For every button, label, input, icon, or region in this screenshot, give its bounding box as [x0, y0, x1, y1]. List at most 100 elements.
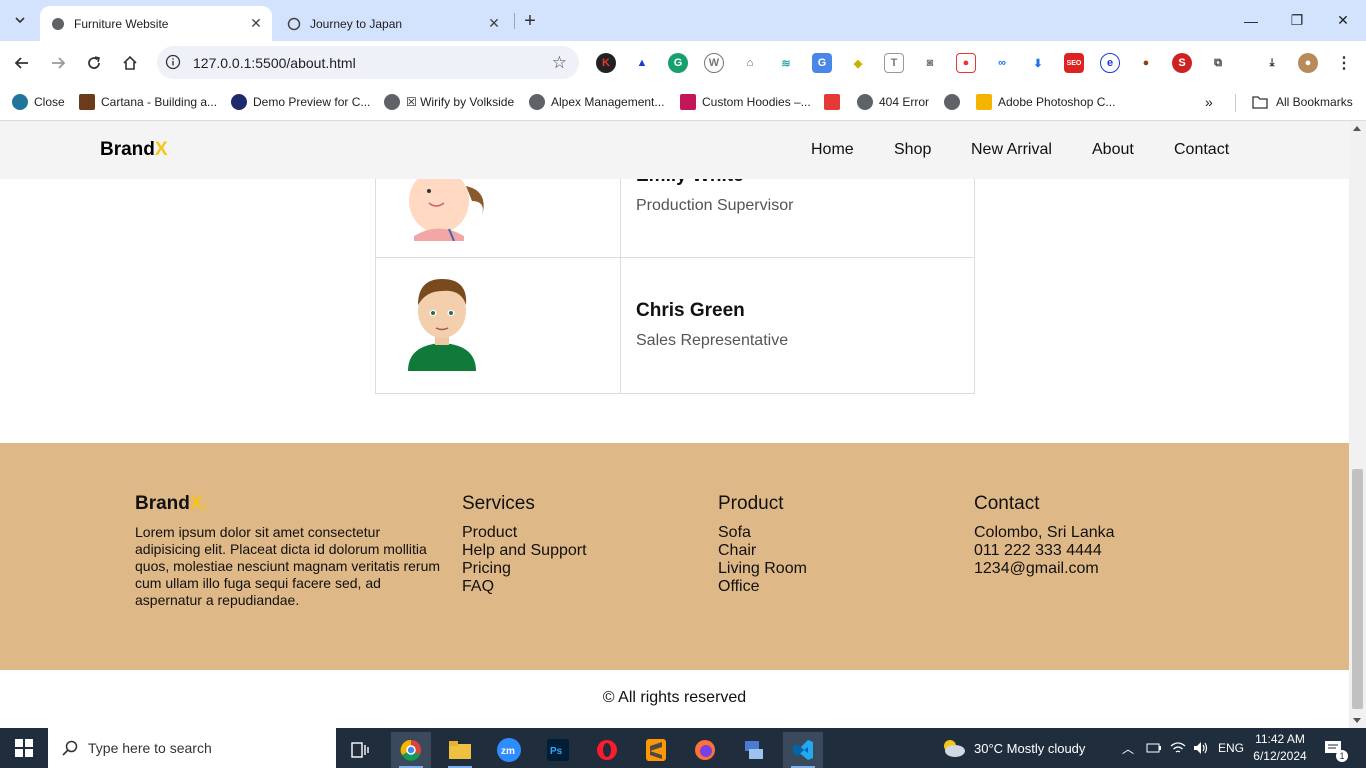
bookmark-alpex[interactable]: Alpex Management... [529, 93, 664, 111]
address-bar[interactable]: 127.0.0.1:5500/about.html ☆ [157, 46, 579, 79]
bookmark-label: ☒ Wirify by Volkside [406, 95, 515, 109]
download-extension-icon[interactable]: ⬇ [1028, 53, 1048, 73]
translate-icon[interactable]: G [812, 53, 832, 73]
footer-link[interactable]: Chair [718, 542, 807, 560]
system-clock[interactable]: 11:42 AM 6/12/2024 [1245, 731, 1315, 765]
tab-search-dropdown[interactable] [8, 7, 32, 33]
footer-link[interactable]: Help and Support [462, 542, 587, 560]
taskbar-search[interactable]: Type here to search [48, 728, 336, 768]
footer-link[interactable]: Pricing [462, 560, 587, 578]
task-view-icon[interactable] [340, 732, 380, 768]
scrollbar-thumb[interactable] [1352, 469, 1363, 709]
menu-kebab-icon[interactable]: ⋮ [1334, 53, 1354, 73]
browser-toolbar: 127.0.0.1:5500/about.html ☆ K ▲ G W ⌂ ≋ … [0, 41, 1366, 85]
site-logo[interactable]: BrandX [100, 139, 168, 161]
extension-k-icon[interactable]: K [596, 53, 616, 73]
opera-icon[interactable] [587, 732, 627, 768]
bookmark-globe[interactable] [944, 93, 966, 111]
search-icon [62, 740, 78, 756]
screen-record-icon[interactable]: ● [956, 53, 976, 73]
home-button[interactable] [117, 50, 143, 76]
footer-link[interactable]: Office [718, 578, 807, 596]
bookmark-404[interactable]: 404 Error [857, 93, 929, 111]
volume-icon[interactable] [1193, 728, 1209, 768]
language-indicator[interactable]: ENG [1218, 728, 1244, 768]
battery-network-icon[interactable] [1146, 728, 1162, 768]
scroll-down-arrow-icon[interactable] [1353, 718, 1361, 723]
footer-link[interactable]: FAQ [462, 578, 587, 596]
sublime-text-icon[interactable] [636, 732, 676, 768]
profile-avatar[interactable]: ● [1298, 53, 1318, 73]
network-app-icon[interactable] [734, 732, 774, 768]
clock-date: 6/12/2024 [1253, 749, 1307, 763]
text-icon[interactable]: T [884, 53, 904, 73]
wifi-icon[interactable] [1170, 728, 1186, 768]
search-placeholder: Type here to search [88, 740, 212, 756]
seo-icon[interactable]: SEO [1064, 53, 1084, 73]
restore-button[interactable]: ❐ [1274, 0, 1320, 41]
cookie-icon[interactable]: ● [1136, 53, 1156, 73]
notification-center-button[interactable]: 1 [1324, 728, 1348, 768]
extension-pin-icon[interactable]: ◆ [848, 53, 868, 73]
file-explorer-icon[interactable] [440, 732, 480, 768]
bookmark-icon-only[interactable] [824, 93, 846, 111]
extension-s-icon[interactable]: S [1172, 53, 1192, 73]
extension-triangle-icon[interactable]: ▲ [632, 53, 652, 73]
grammarly-icon[interactable]: G [668, 53, 688, 73]
bookmark-star-icon[interactable]: ☆ [552, 53, 567, 73]
reload-button[interactable] [81, 50, 107, 76]
footer-link[interactable]: Sofa [718, 524, 807, 542]
tab-furniture-website[interactable]: Furniture Website ✕ [40, 6, 272, 41]
nav-home[interactable]: Home [811, 141, 854, 159]
close-tab-icon[interactable]: ✕ [246, 14, 266, 34]
nav-shop[interactable]: Shop [894, 141, 931, 159]
scroll-up-arrow-icon[interactable] [1353, 126, 1361, 131]
forward-button[interactable] [45, 50, 71, 76]
all-bookmarks[interactable]: All Bookmarks [1252, 93, 1353, 111]
vscode-icon[interactable] [783, 732, 823, 768]
extension-globe-icon[interactable]: e [1100, 53, 1120, 73]
camera-icon[interactable]: ◙ [920, 53, 940, 73]
bookmark-demo-preview[interactable]: Demo Preview for C... [231, 93, 370, 111]
tab-journey-to-japan[interactable]: Journey to Japan ✕ [276, 6, 510, 41]
link-icon[interactable]: ∞ [992, 53, 1012, 73]
weather-text: 30°C Mostly cloudy [974, 740, 1086, 756]
more-bookmarks-chevron-icon[interactable]: » [1205, 93, 1213, 111]
nav-about[interactable]: About [1092, 141, 1134, 159]
nav-contact[interactable]: Contact [1174, 141, 1229, 159]
globe-icon [857, 94, 873, 110]
close-tab-icon[interactable]: ✕ [484, 14, 504, 34]
bank-icon[interactable]: ⌂ [740, 53, 760, 73]
firefox-icon[interactable] [685, 732, 725, 768]
footer-link[interactable]: Living Room [718, 560, 807, 578]
footer-contact-item: 1234@gmail.com [974, 560, 1099, 577]
page-scrollbar[interactable] [1349, 121, 1366, 728]
bookmark-custom-hoodies[interactable]: Custom Hoodies –... [680, 93, 811, 111]
photoshop-taskbar-icon[interactable]: Ps [538, 732, 578, 768]
arrow-right-icon [52, 57, 66, 69]
extensions-puzzle-icon[interactable]: ⧉ [1208, 53, 1228, 73]
footer-product-column: Product Sofa Chair Living Room Office [718, 493, 807, 596]
bookmark-wirify[interactable]: ☒ Wirify by Volkside [384, 93, 514, 111]
close-window-button[interactable]: ✕ [1320, 0, 1366, 41]
minimize-button[interactable]: — [1228, 0, 1274, 41]
chevron-down-icon [15, 17, 25, 23]
new-tab-button[interactable]: + [518, 9, 542, 33]
wordpress-icon[interactable]: W [704, 53, 724, 73]
footer-link[interactable]: Product [462, 524, 587, 542]
bookmark-cartana[interactable]: Cartana - Building a... [79, 93, 217, 111]
member-role: Sales Representative [636, 332, 789, 349]
show-hidden-icons-chevron-icon[interactable]: ︿ [1122, 728, 1134, 768]
downloads-icon[interactable]: ⤓ [1262, 53, 1282, 73]
bookmark-close[interactable]: Close [12, 93, 65, 111]
zoom-icon[interactable]: zm [489, 732, 529, 768]
weather-widget[interactable]: 30°C Mostly cloudy [940, 728, 1085, 768]
nav-new-arrival[interactable]: New Arrival [971, 141, 1052, 159]
back-button[interactable] [9, 50, 35, 76]
start-button[interactable] [0, 728, 48, 768]
notification-count: 1 [1336, 750, 1348, 762]
chrome-taskbar-icon[interactable] [391, 732, 431, 768]
boy-avatar [408, 279, 476, 371]
bookmark-photoshop[interactable]: Adobe Photoshop C... [976, 93, 1115, 111]
extension-wave-icon[interactable]: ≋ [776, 53, 796, 73]
